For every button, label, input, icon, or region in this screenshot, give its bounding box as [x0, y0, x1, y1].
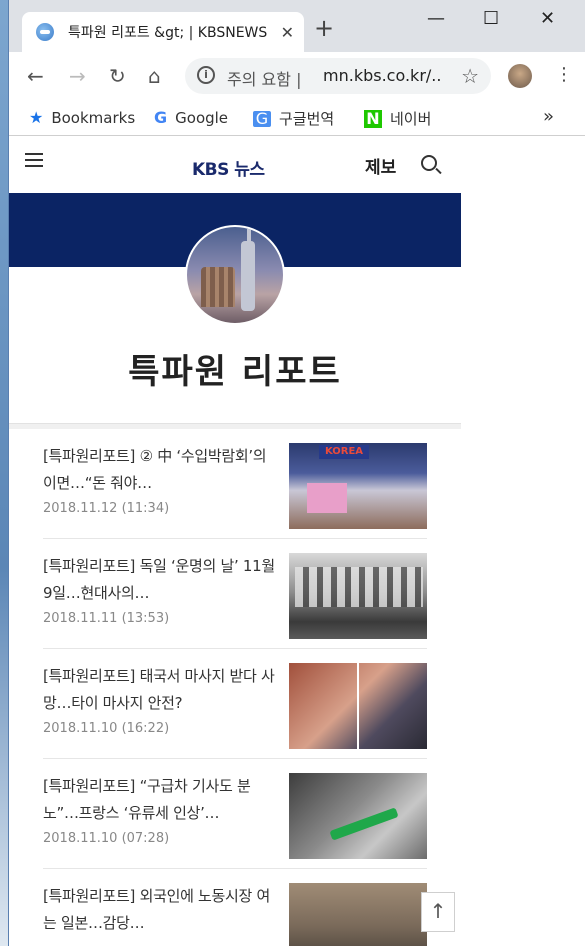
fuel-nozzle-graphic	[329, 807, 399, 841]
article-thumbnail[interactable]	[289, 883, 427, 946]
menu-icon[interactable]	[25, 153, 43, 167]
list-item[interactable]: [특파원리포트] ② 中 ‘수입박람회’의 이면…“돈 줘야… 2018.11.…	[43, 429, 427, 539]
korea-sign: KOREA	[319, 445, 369, 459]
article-thumbnail[interactable]	[289, 663, 427, 749]
reload-button[interactable]: ↻	[109, 64, 126, 88]
bookmark-bookmarks[interactable]: ★ Bookmarks	[29, 108, 135, 127]
article-headline[interactable]: [특파원리포트] “구급차 기사도 분노”…프랑스 ‘유류세 인상’…	[43, 773, 279, 827]
translate-icon: G	[253, 110, 271, 127]
close-window-button[interactable]: ✕	[540, 8, 555, 29]
split-divider	[357, 663, 359, 749]
tab-close-icon[interactable]: ✕	[281, 23, 294, 42]
scroll-to-top-button[interactable]: ↑	[421, 892, 455, 932]
active-tab[interactable]: 특파원 리포트 &gt; | KBSNEWS ✕	[22, 12, 304, 52]
statue-torch-graphic	[247, 229, 251, 249]
tab-strip: 특파원 리포트 &gt; | KBSNEWS ✕ + — ☐ ✕	[9, 0, 585, 52]
article-thumbnail[interactable]: KOREA	[289, 443, 427, 529]
search-icon[interactable]	[421, 155, 437, 171]
article-thumbnail[interactable]	[289, 773, 427, 859]
section-avatar	[185, 225, 285, 325]
browser-menu-icon[interactable]: ⋮	[555, 64, 573, 85]
naver-icon: N	[364, 109, 382, 128]
screen-graphic	[307, 483, 347, 513]
security-warning: 주의 요함 |	[227, 70, 302, 89]
forward-button[interactable]: →	[69, 64, 86, 88]
article-date: 2018.11.10 (16:22)	[43, 721, 170, 736]
maximize-button[interactable]: ☐	[483, 8, 499, 29]
browser-toolbar: ← → ↻ ⌂ i 주의 요함 | mn.kbs.co.kr/... ☆ ⋮	[9, 52, 585, 100]
web-page: KBS 뉴스 제보 특파원 리포트 [특파원리포트] ② 中 ‘수입박람회’의 …	[9, 137, 461, 946]
article-thumbnail[interactable]	[289, 553, 427, 639]
article-headline[interactable]: [특파원리포트] 태국서 마사지 받다 사망…타이 마사지 안전?	[43, 663, 279, 717]
home-button[interactable]: ⌂	[148, 64, 161, 88]
minimize-button[interactable]: —	[427, 8, 445, 29]
gate-graphic	[295, 567, 423, 607]
bookmark-naver[interactable]: N 네이버	[364, 108, 431, 129]
kbs-news-logo[interactable]: KBS 뉴스	[192, 155, 265, 180]
kbs-favicon-icon	[36, 23, 54, 41]
report-link[interactable]: 제보	[365, 153, 396, 178]
article-headline[interactable]: [특파원리포트] 독일 ‘운명의 날’ 11월 9일…현대사의…	[43, 553, 279, 607]
page-gutter	[461, 137, 585, 946]
back-button[interactable]: ←	[27, 64, 44, 88]
profile-avatar[interactable]	[508, 64, 532, 88]
site-header: KBS 뉴스 제보	[9, 137, 461, 193]
google-icon: G	[154, 108, 168, 127]
article-headline[interactable]: [특파원리포트] ② 中 ‘수입박람회’의 이면…“돈 줘야…	[43, 443, 279, 497]
new-tab-button[interactable]: +	[314, 16, 334, 40]
list-item[interactable]: [특파원리포트] 태국서 마사지 받다 사망…타이 마사지 안전? 2018.1…	[43, 649, 427, 759]
statue-graphic	[241, 241, 255, 311]
tab-title: 특파원 리포트 &gt; | KBSNEWS	[68, 25, 268, 41]
bookmark-translate[interactable]: G 구글번역	[253, 108, 334, 129]
star-icon: ★	[29, 108, 44, 127]
list-item[interactable]: [특파원리포트] 독일 ‘운명의 날’ 11월 9일…현대사의… 2018.11…	[43, 539, 427, 649]
article-headline[interactable]: [특파원리포트] 외국인에 노동시장 여는 일본…감당…	[43, 883, 279, 937]
list-item[interactable]: [특파원리포트] 외국인에 노동시장 여는 일본…감당…	[43, 869, 427, 946]
info-icon[interactable]: i	[197, 66, 215, 84]
article-list: [특파원리포트] ② 中 ‘수입박람회’의 이면…“돈 줘야… 2018.11.…	[43, 429, 427, 946]
article-date: 2018.11.12 (11:34)	[43, 501, 170, 516]
colosseum-graphic	[201, 267, 235, 307]
bookmarks-bar: ★ Bookmarks G Google G 구글번역 N 네이버 »	[9, 100, 585, 136]
article-date: 2018.11.11 (13:53)	[43, 611, 170, 626]
address-bar[interactable]: i 주의 요함 | mn.kbs.co.kr/... ☆	[185, 58, 491, 94]
url-text[interactable]: mn.kbs.co.kr/...	[323, 66, 443, 85]
page-title: 특파원 리포트	[128, 352, 342, 392]
article-date: 2018.11.10 (07:28)	[43, 831, 170, 846]
bookmark-star-icon[interactable]: ☆	[461, 64, 479, 88]
bookmarks-overflow-button[interactable]: »	[543, 106, 554, 127]
list-item[interactable]: [특파원리포트] “구급차 기사도 분노”…프랑스 ‘유류세 인상’… 2018…	[43, 759, 427, 869]
bookmark-google[interactable]: G Google	[154, 108, 228, 127]
browser-window: 특파원 리포트 &gt; | KBSNEWS ✕ + — ☐ ✕ ← → ↻ ⌂…	[8, 0, 585, 946]
